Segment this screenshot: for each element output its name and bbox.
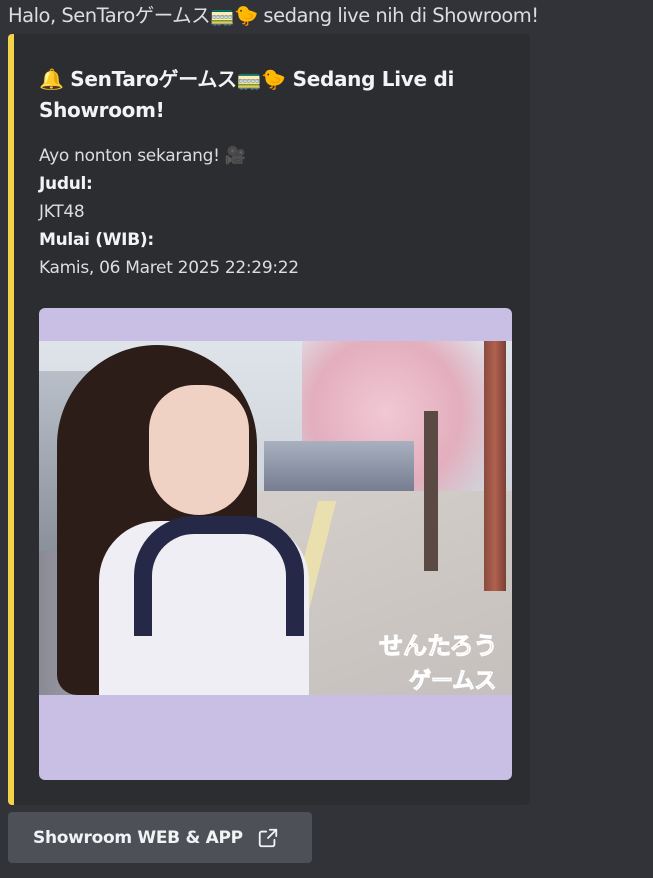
thumbnail-photo: せんたろう ゲームス [39,341,512,695]
image-caption-red: せんたろう [379,632,499,661]
live-embed: 🔔 SenTaroゲームス🚃🐤 Sedang Live di Showroom!… [8,34,530,805]
embed-title: 🔔 SenTaroゲームス🚃🐤 Sedang Live di Showroom! [39,67,455,122]
field-label-mulai: Mulai (WIB): [39,230,154,250]
image-caption-blue: ゲームス [408,669,497,695]
embed-description: Ayo nonton sekarang! 🎥 [39,146,246,166]
embed-description-block: Ayo nonton sekarang! 🎥 Judul: JKT48 Mula… [39,142,509,282]
external-link-icon [258,828,277,847]
field-label-judul: Judul: [39,174,93,194]
field-value-judul: JKT48 [39,202,85,222]
embed-image[interactable]: せんたろう ゲームス [39,308,512,780]
showroom-link-button[interactable]: Showroom WEB & APP [8,812,312,863]
showroom-link-label: Showroom WEB & APP [33,827,243,848]
field-value-mulai: Kamis, 06 Maret 2025 22:29:22 [39,258,299,278]
message-text: Halo, SenTaroゲームス🚃🐤 sedang live nih di S… [8,4,539,27]
